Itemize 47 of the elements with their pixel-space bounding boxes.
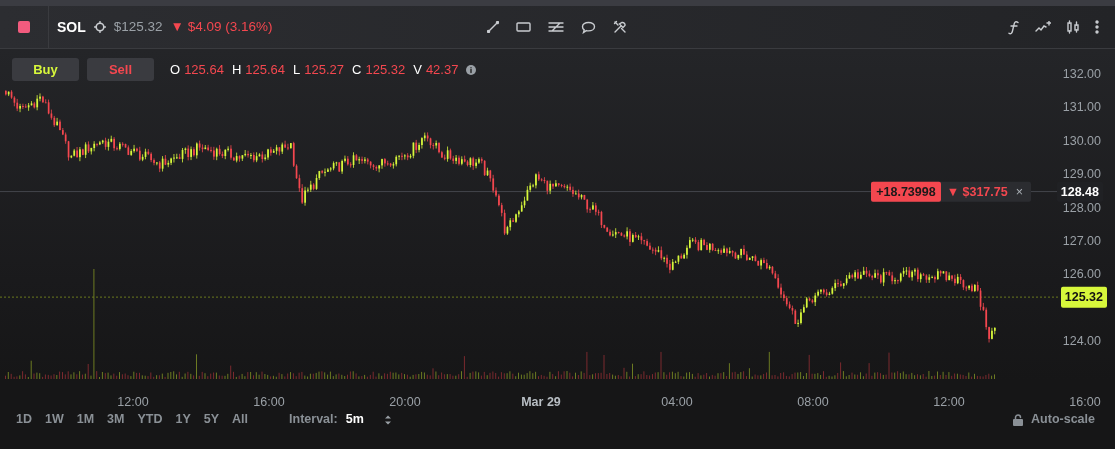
range-button[interactable]: 3M <box>107 410 125 429</box>
interval-value[interactable]: 5m <box>345 410 364 429</box>
price-change: ▼ $4.09 (3.16%) <box>170 17 273 36</box>
close-button[interactable]: × <box>1013 181 1031 202</box>
ohlcv-value: 125.64 <box>245 60 286 79</box>
price-line-label: 128.48 <box>1056 181 1103 202</box>
ohlcv-value: 42.37 <box>425 60 459 79</box>
price-axis-label: 127.00 <box>1062 232 1101 250</box>
ohlcv-value: 125.27 <box>304 60 345 79</box>
range-button[interactable]: All <box>232 410 249 429</box>
time-axis-label: 16:00 <box>1069 394 1101 411</box>
time-axis-label: Mar 29 <box>521 394 561 411</box>
time-axis-label: 12:00 <box>933 394 965 411</box>
price-axis-label: 126.00 <box>1062 266 1101 283</box>
sell-button[interactable]: Sell <box>87 58 154 81</box>
price-axis-label: 131.00 <box>1062 99 1101 116</box>
time-axis-label: 08:00 <box>797 394 829 411</box>
ohlcv-label: O <box>170 60 181 79</box>
buy-button[interactable]: Buy <box>12 58 79 81</box>
ohlcv-label: V <box>413 60 422 79</box>
position-amount: ▼ $317.75 <box>945 183 1009 201</box>
price-axis-label: 129.00 <box>1062 165 1101 183</box>
interval-label: Interval: <box>289 411 338 429</box>
price-axis-label: 132.00 <box>1062 65 1101 83</box>
range-button[interactable]: 1W <box>45 410 64 429</box>
price-axis-label: 130.00 <box>1062 132 1101 150</box>
range-button[interactable]: 1M <box>76 410 95 429</box>
ohlcv-value: 125.32 <box>365 60 406 79</box>
price-axis-label: 128.00 <box>1062 199 1101 217</box>
ohlcv-label: H <box>231 60 242 79</box>
time-axis-label: 12:00 <box>117 394 149 411</box>
time-axis-label: 16:00 <box>253 394 285 411</box>
current-price: $125.32 <box>113 17 163 36</box>
range-button[interactable]: 5Y <box>203 410 220 429</box>
autoscale-toggle[interactable]: Auto-scale <box>1031 410 1095 429</box>
time-axis-label: 20:00 <box>389 394 421 411</box>
profit-value: +18.73998 <box>871 181 941 202</box>
price-axis-label: 124.00 <box>1062 332 1101 350</box>
last-price-label: 125.32 <box>1060 286 1107 308</box>
ohlcv-value: 125.64 <box>184 60 224 79</box>
time-axis-label: 04:00 <box>661 394 693 411</box>
range-button[interactable]: 1Y <box>175 410 191 429</box>
ohlcv-label: C <box>352 60 362 79</box>
symbol-name: SOL <box>57 17 86 37</box>
range-button[interactable]: 1D <box>16 410 32 429</box>
range-button[interactable]: YTD <box>137 410 163 429</box>
ohlcv-label: L <box>293 60 301 79</box>
